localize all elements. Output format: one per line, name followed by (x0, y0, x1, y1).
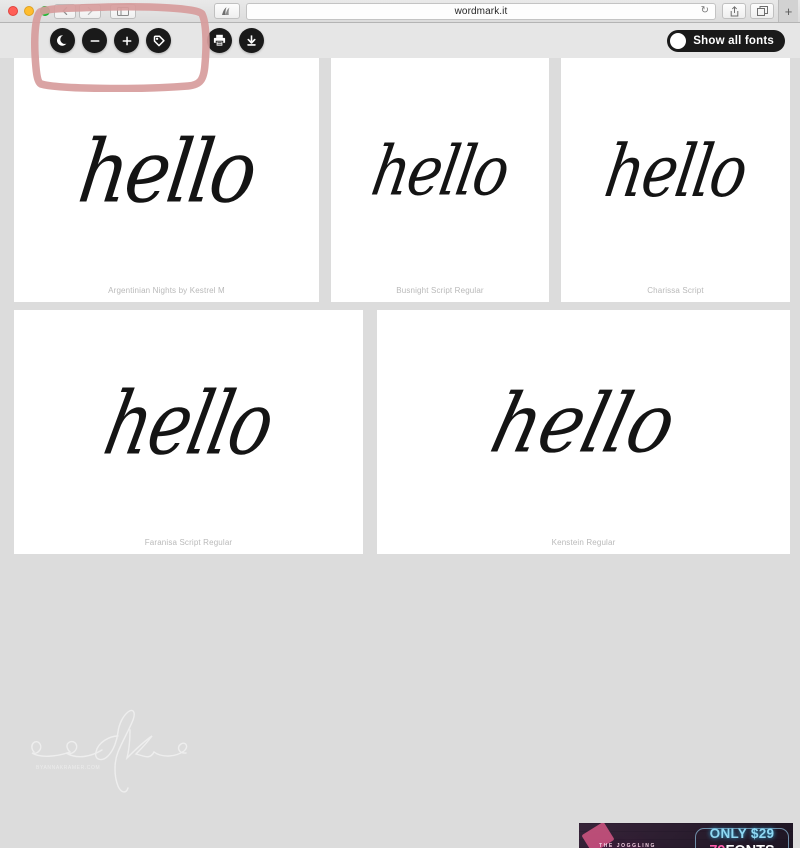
sample-text: hello (599, 129, 752, 214)
ad-banner[interactable]: THE JOGGLING July Bundle ✦ ONLY $29 79FO… (579, 823, 793, 848)
reload-icon[interactable]: ↻ (701, 6, 709, 16)
traffic-lights (0, 6, 52, 16)
font-card[interactable]: hello Busnight Script Regular (331, 58, 549, 302)
toolbar-button-group (0, 28, 264, 53)
browser-chrome: wordmark.it ↻ + (0, 0, 800, 23)
app-toolbar: Show all fonts (0, 23, 800, 58)
font-name-label: Charissa Script (647, 286, 704, 295)
printer-icon (213, 34, 226, 47)
font-preview: hello (14, 58, 319, 286)
font-name-label: Kenstein Regular (551, 538, 616, 547)
show-all-fonts-label: Show all fonts (693, 34, 774, 47)
moon-icon (56, 34, 66, 46)
ad-count-number: 79 (709, 843, 725, 848)
tag-button[interactable] (146, 28, 171, 53)
tag-icon (153, 34, 165, 46)
font-name-label: Busnight Script Regular (396, 286, 484, 295)
ad-count-suffix: FONTS (726, 843, 775, 848)
ad-artwork: THE JOGGLING July Bundle ✦ (581, 823, 693, 848)
back-button[interactable] (54, 3, 76, 19)
font-preview: hello (14, 310, 363, 538)
font-preview: hello (377, 310, 790, 538)
address-bar[interactable]: wordmark.it ↻ (246, 2, 716, 20)
plus-icon (122, 36, 131, 45)
close-window-button[interactable] (8, 6, 18, 16)
watermark-url: BYANNAKRAMER.COM (36, 765, 101, 771)
sample-text: hello (366, 131, 515, 212)
print-button[interactable] (207, 28, 232, 53)
ad-price: ONLY $29 (709, 826, 775, 841)
navigation-buttons (54, 3, 136, 19)
toggle-knob (670, 32, 687, 49)
watermark-logo (31, 709, 188, 793)
font-card[interactable]: hello Kenstein Regular (377, 310, 790, 554)
increase-size-button[interactable] (114, 28, 139, 53)
download-icon (247, 35, 256, 46)
new-tab-button[interactable]: + (778, 0, 798, 22)
font-preview: hello (331, 58, 549, 286)
minus-icon (90, 39, 99, 42)
font-grid: hello Argentinian Nights by Kestrel M he… (0, 58, 800, 848)
browser-window: wordmark.it ↻ + Show all fonts hello Arg… (0, 0, 800, 848)
decrease-size-button[interactable] (82, 28, 107, 53)
ad-font-count: 79FONTS (709, 843, 774, 848)
font-name-label: Faranisa Script Regular (144, 538, 233, 547)
sidebar-icon[interactable] (110, 3, 136, 19)
sample-text: hello (72, 120, 261, 223)
share-icon[interactable] (722, 3, 746, 19)
ad-offer-box: ONLY $29 79FONTS FOR AN EXTRA 20% OFF US… (695, 826, 789, 848)
forward-button[interactable] (79, 3, 101, 19)
font-card[interactable]: hello Faranisa Script Regular (14, 310, 363, 554)
font-preview: hello (561, 58, 790, 286)
sample-text: hello (482, 376, 685, 472)
url-text: wordmark.it (454, 5, 508, 17)
font-card[interactable]: hello Argentinian Nights by Kestrel M (14, 58, 319, 302)
sample-text: hello (96, 372, 282, 475)
bookmark-icon[interactable] (214, 3, 240, 19)
chrome-right-controls: + (722, 0, 800, 22)
show-all-fonts-control: Show all fonts (667, 29, 785, 52)
font-name-label: Argentinian Nights by Kestrel M (108, 286, 225, 295)
show-all-fonts-toggle[interactable]: Show all fonts (667, 29, 785, 52)
font-card[interactable]: hello Charissa Script (561, 58, 790, 302)
dark-mode-button[interactable] (50, 28, 75, 53)
tabs-icon[interactable] (750, 3, 774, 19)
download-button[interactable] (239, 28, 264, 53)
minimize-window-button[interactable] (24, 6, 34, 16)
maximize-window-button[interactable] (40, 6, 50, 16)
